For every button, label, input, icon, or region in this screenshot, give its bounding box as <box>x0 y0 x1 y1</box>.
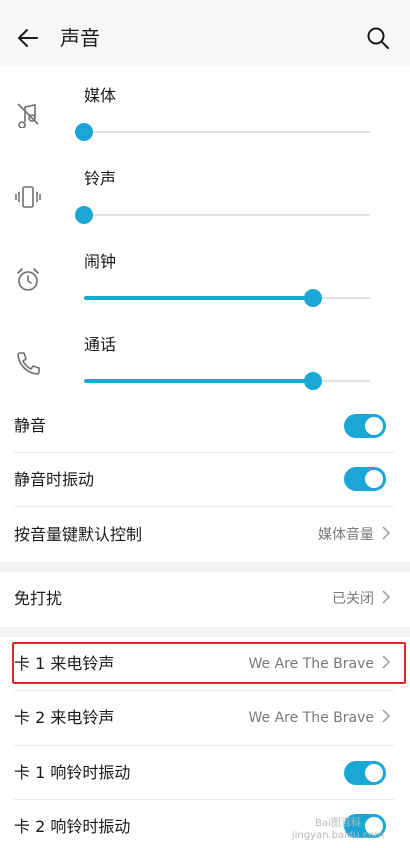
toggle-knob <box>365 417 383 435</box>
slider-thumb[interactable] <box>303 372 322 390</box>
card2-ringtone-row[interactable]: 卡 2 来电铃声 We Are The Brave <box>14 691 394 745</box>
volume-key-default-value: 媒体音量 <box>318 527 374 543</box>
volume-label-call: 通话 <box>84 335 117 354</box>
phone-icon <box>17 352 40 375</box>
mute-label: 静音 <box>14 416 47 435</box>
ringtone-volume-slider[interactable] <box>75 205 370 225</box>
section-gap <box>0 562 410 572</box>
search-icon <box>367 27 389 49</box>
volume-row-alarm: 闹钟 <box>0 236 410 319</box>
alarm-icon <box>17 268 39 291</box>
slider-fill <box>84 379 313 383</box>
mute-toggle[interactable] <box>344 414 386 438</box>
section-gap <box>0 627 410 637</box>
vibrate-when-muted-toggle[interactable] <box>344 467 386 491</box>
back-button[interactable] <box>10 20 46 56</box>
volume-row-ringtone: 铃声 <box>0 153 410 236</box>
slider-thumb[interactable] <box>75 206 93 224</box>
alarm-volume-slider[interactable] <box>84 288 370 308</box>
chevron-right-icon <box>382 709 391 723</box>
mute-row[interactable]: 静音 <box>14 400 394 452</box>
card1-vibrate-label: 卡 1 响铃时振动 <box>14 763 131 782</box>
app-header: 声音 <box>0 8 410 66</box>
slider-fill <box>84 296 313 300</box>
watermark: Bai图百科 jingyan.baidu.com <box>288 818 388 842</box>
toggle-knob <box>365 470 383 488</box>
chevron-right-icon <box>382 590 391 604</box>
watermark-url: jingyan.baidu.com <box>291 830 385 841</box>
volume-label-ringtone: 铃声 <box>84 169 117 188</box>
volume-row-call: 通话 <box>0 319 410 402</box>
call-volume-slider[interactable] <box>84 371 370 391</box>
arrow-left-icon <box>18 29 38 47</box>
vibrate-icon <box>15 186 41 208</box>
volume-label-media: 媒体 <box>84 86 117 105</box>
vibrate-when-muted-row[interactable]: 静音时振动 <box>14 453 394 506</box>
page-title: 声音 <box>60 26 100 50</box>
slider-track <box>84 131 370 133</box>
card1-vibrate-toggle[interactable] <box>344 761 386 785</box>
toggle-knob <box>365 764 383 782</box>
do-not-disturb-row[interactable]: 免打扰 已关闭 <box>14 572 394 626</box>
slider-thumb[interactable] <box>75 123 93 141</box>
card1-vibrate-row[interactable]: 卡 1 响铃时振动 <box>14 746 394 799</box>
vibrate-when-muted-label: 静音时振动 <box>14 470 95 489</box>
chevron-right-icon <box>382 526 391 540</box>
search-button[interactable] <box>360 20 396 56</box>
volume-key-default-row[interactable]: 按音量键默认控制 媒体音量 <box>14 507 394 560</box>
slider-track <box>84 214 370 216</box>
card2-ringtone-value: We Are The Brave <box>248 710 374 726</box>
watermark-logo-text: Bai图百科 <box>315 818 361 829</box>
slider-thumb[interactable] <box>303 289 322 307</box>
highlight-box <box>12 642 406 684</box>
volume-key-default-label: 按音量键默认控制 <box>14 525 143 544</box>
media-volume-slider[interactable] <box>75 122 370 142</box>
do-not-disturb-value: 已关闭 <box>332 591 374 607</box>
media-muted-icon <box>17 103 39 128</box>
status-bar <box>0 0 410 8</box>
volume-row-media: 媒体 <box>0 70 410 153</box>
volume-label-alarm: 闹钟 <box>84 252 117 271</box>
card2-ringtone-label: 卡 2 来电铃声 <box>14 708 115 727</box>
card2-vibrate-label: 卡 2 响铃时振动 <box>14 817 131 836</box>
do-not-disturb-label: 免打扰 <box>14 589 63 608</box>
